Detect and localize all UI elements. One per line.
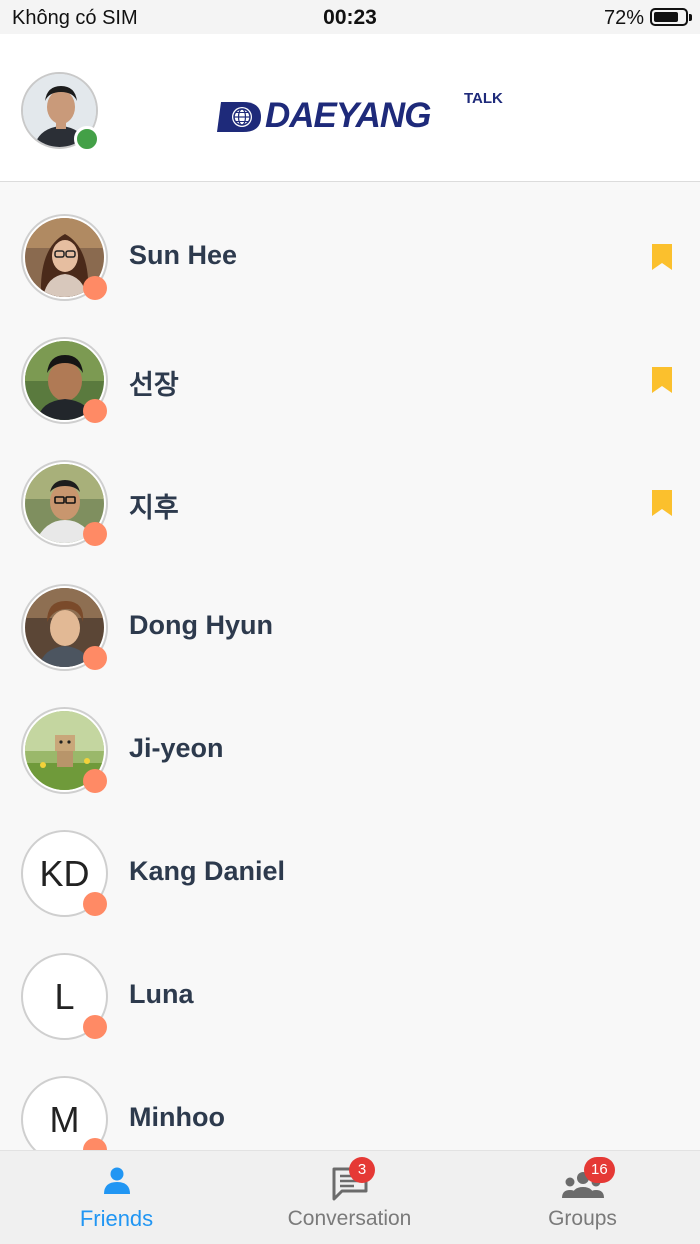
unread-badge: 3 xyxy=(349,1157,375,1183)
tab-conversation[interactable]: 3 Conversation xyxy=(233,1151,466,1244)
avatar-initials: L xyxy=(54,975,75,1017)
globe-logo-icon xyxy=(217,102,261,132)
friend-name: Luna xyxy=(129,979,194,1009)
avatar-initials: M xyxy=(49,1098,80,1140)
person-icon xyxy=(103,1167,130,1194)
unread-badge: 16 xyxy=(584,1157,615,1183)
friend-name: 선장 xyxy=(129,370,179,400)
away-status-dot xyxy=(83,1138,107,1150)
friend-row-dong-hyun[interactable]: Dong Hyun xyxy=(0,566,700,676)
friend-name: Minhoo xyxy=(129,1102,225,1132)
friend-row-kang-daniel[interactable]: KD Kang Daniel xyxy=(0,812,700,922)
away-status-dot xyxy=(83,399,107,423)
bookmark-icon[interactable] xyxy=(652,490,672,516)
friend-name: Dong Hyun xyxy=(129,610,273,640)
logo-wordmark: DAEYANG xyxy=(265,96,431,135)
away-status-dot xyxy=(83,769,107,793)
tab-friends[interactable]: Friends xyxy=(0,1151,233,1244)
friend-row-minhoo[interactable]: M Minhoo xyxy=(0,1058,700,1150)
tab-groups[interactable]: 16 Groups xyxy=(466,1151,699,1244)
friend-row-ji-yeon[interactable]: Ji-yeon xyxy=(0,689,700,799)
away-status-dot xyxy=(83,276,107,300)
app-header: DAEYANG TALK xyxy=(0,34,700,182)
friend-row-seonjang[interactable]: 선장 xyxy=(0,319,700,429)
away-status-dot xyxy=(83,522,107,546)
bottom-tab-bar: Friends 3 Conversation 16 Groups xyxy=(0,1150,700,1244)
friend-row-sun-hee[interactable]: Sun Hee xyxy=(0,196,700,306)
clock: 00:23 xyxy=(323,6,377,29)
online-status-dot xyxy=(74,126,100,152)
away-status-dot xyxy=(83,892,107,916)
bookmark-icon[interactable] xyxy=(652,367,672,393)
away-status-dot xyxy=(83,646,107,670)
bookmark-icon[interactable] xyxy=(652,244,672,270)
friend-name: Sun Hee xyxy=(129,240,238,270)
friend-name: Ji-yeon xyxy=(129,733,224,763)
away-status-dot xyxy=(83,1015,107,1039)
logo-talk-label: TALK xyxy=(464,90,503,107)
battery-percent: 72% xyxy=(603,7,644,29)
tab-label: Conversation xyxy=(287,1207,412,1230)
status-bar: Không có SIM 00:23 72% xyxy=(0,0,700,34)
daeyang-talk-logo: DAEYANG TALK xyxy=(217,90,517,140)
friend-row-luna[interactable]: L Luna xyxy=(0,935,700,1045)
tab-label: Groups xyxy=(548,1207,617,1230)
friend-name: Kang Daniel xyxy=(129,856,286,886)
friend-list[interactable]: Sun Hee 선장 지후 Dong Hyun Ji-yeon KD Kang … xyxy=(0,196,700,1150)
friend-name: 지후 xyxy=(129,493,179,523)
battery-icon xyxy=(650,8,692,26)
tab-label: Friends xyxy=(79,1206,154,1231)
friend-row-jihu[interactable]: 지후 xyxy=(0,442,700,552)
avatar-initials: KD xyxy=(39,852,90,894)
